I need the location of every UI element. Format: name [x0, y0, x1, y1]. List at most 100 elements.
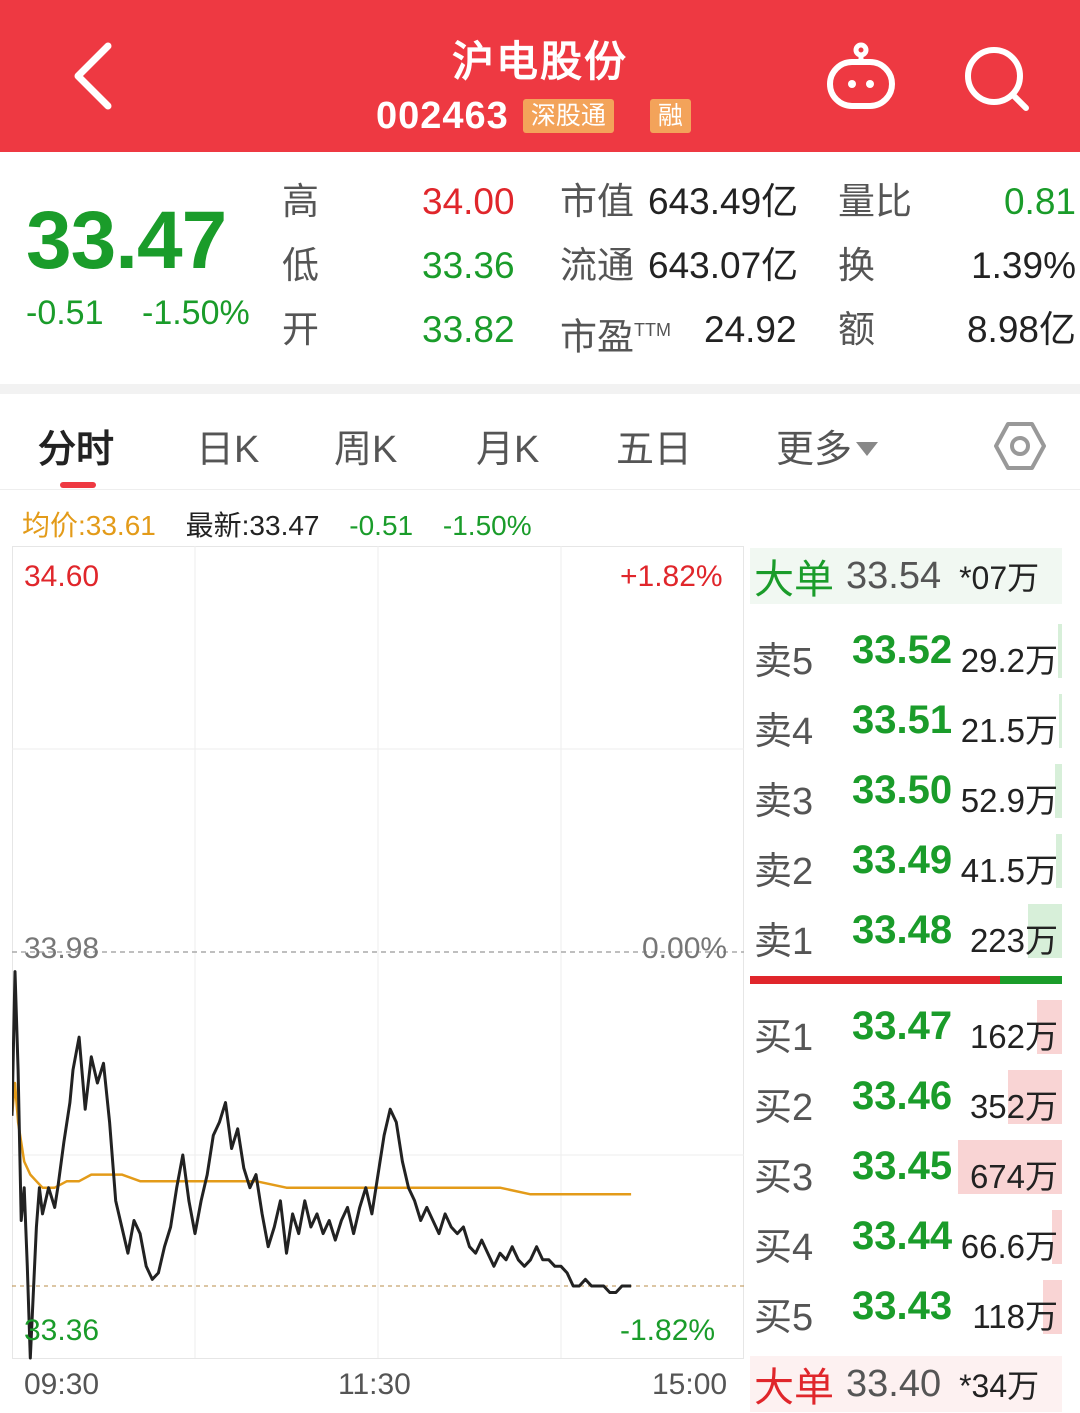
- latest-change: -0.51: [349, 510, 414, 541]
- tab-daily-k[interactable]: 日K: [196, 418, 259, 473]
- pe-value: 24.92: [704, 309, 797, 350]
- tab-weekly-k[interactable]: 周K: [334, 418, 397, 473]
- bid-level-row[interactable]: 买5 33.43 118万: [750, 1276, 1062, 1339]
- robot-assistant-icon[interactable]: [824, 42, 898, 112]
- low-value: 33.36: [422, 245, 515, 286]
- quote-panel: 33.47 -0.51 -1.50% 高 低 开 34.00 33.36 33.…: [0, 152, 1080, 384]
- avg-price: 均价:33.61: [22, 510, 156, 541]
- big-order-top[interactable]: 大单 33.54 *07万: [750, 548, 1062, 604]
- level-volume: 674万: [969, 1158, 1058, 1195]
- big-order-volume: *07万: [959, 560, 1040, 596]
- x-label-mid: 11:30: [338, 1368, 411, 1401]
- bid-ask-ratio-bar: [750, 976, 1062, 984]
- ask-level-row[interactable]: 卖4 33.51 21.5万: [750, 690, 1062, 753]
- level-price: 33.52: [852, 628, 953, 672]
- level-price: 33.49: [852, 838, 953, 882]
- level-price: 33.46: [852, 1074, 953, 1118]
- level-label: 卖4: [754, 711, 814, 753]
- level-label: 买5: [754, 1297, 814, 1339]
- level-price: 33.43: [852, 1284, 953, 1328]
- latest-price: 最新:33.47: [185, 510, 320, 541]
- level-price: 33.47: [852, 1004, 953, 1048]
- turnover-label: 换: [838, 245, 875, 286]
- high-value: 34.00: [422, 181, 515, 222]
- ask-level-row[interactable]: 卖2 33.49 41.5万: [750, 830, 1062, 893]
- big-order-price: 33.40: [846, 1362, 942, 1405]
- mcap-label: 市值: [560, 181, 634, 222]
- x-label-start: 09:30: [24, 1368, 100, 1401]
- level-volume: 66.6万: [960, 1228, 1058, 1265]
- settings-hexagon-icon[interactable]: [994, 420, 1046, 472]
- level-label: 卖1: [754, 921, 814, 963]
- ask-level-row[interactable]: 卖5 33.52 29.2万: [750, 620, 1062, 683]
- level-volume: 29.2万: [960, 642, 1058, 679]
- y-label-top: 34.60: [24, 560, 100, 593]
- level-label: 买3: [754, 1157, 814, 1199]
- intraday-chart[interactable]: [12, 546, 744, 1366]
- active-tab-indicator: [60, 482, 96, 488]
- level-label: 卖3: [754, 781, 814, 823]
- turnover-value: 1.39%: [971, 245, 1076, 286]
- y-label-bottom: 33.36: [24, 1314, 100, 1347]
- big-order-volume: *34万: [959, 1368, 1040, 1404]
- big-order-price: 33.54: [846, 554, 942, 597]
- x-label-end: 15:00: [652, 1368, 728, 1401]
- intraday-info: 均价:33.61 最新:33.47 -0.51 -1.50%: [22, 504, 554, 544]
- stock-subline: 002463 深股通 融: [376, 95, 691, 137]
- level-price: 33.45: [852, 1144, 953, 1188]
- open-label: 开: [282, 309, 319, 350]
- search-icon[interactable]: [962, 44, 1032, 114]
- pct-label-top: +1.82%: [620, 560, 723, 593]
- level-volume: 118万: [972, 1298, 1058, 1335]
- volume-ratio-value: 0.81: [1003, 181, 1076, 222]
- level-label: 买1: [754, 1017, 814, 1059]
- tab-intraday[interactable]: 分时: [38, 418, 114, 473]
- level-volume: 21.5万: [960, 712, 1058, 749]
- tab-five-day[interactable]: 五日: [616, 418, 692, 473]
- level-label: 买4: [754, 1227, 814, 1269]
- chart-series: [12, 970, 632, 1360]
- mcap-value: 643.49亿: [648, 181, 799, 222]
- level-price: 33.51: [852, 698, 953, 742]
- app-header: 沪电股份 002463 深股通 融: [0, 0, 1080, 152]
- big-order-label: 大单: [754, 558, 834, 602]
- low-label: 低: [282, 245, 319, 286]
- high-label: 高: [282, 181, 319, 222]
- bid-level-row[interactable]: 买1 33.47 162万: [750, 996, 1062, 1059]
- volume-ratio-label: 量比: [838, 181, 912, 222]
- tab-more[interactable]: 更多: [776, 418, 879, 473]
- amount-label: 额: [838, 309, 875, 350]
- level-price: 33.50: [852, 768, 953, 812]
- pct-label-bottom: -1.82%: [620, 1314, 716, 1347]
- chart-tabs: 分时 日K 周K 月K 五日 更多: [0, 394, 1080, 490]
- pe-ttm-sup: TTM: [634, 320, 671, 340]
- open-value: 33.82: [422, 309, 515, 350]
- avg-price-line: [12, 1081, 632, 1196]
- price-change-pct: -1.50%: [142, 294, 250, 332]
- pe-label: 市盈TTM: [560, 316, 671, 358]
- level-volume: 52.9万: [960, 782, 1058, 819]
- bid-level-row[interactable]: 买3 33.45 674万: [750, 1136, 1062, 1199]
- ask-level-row[interactable]: 卖1 33.48 223万: [750, 900, 1062, 963]
- latest-change-pct: -1.50%: [442, 510, 532, 541]
- level-volume: 41.5万: [960, 852, 1058, 889]
- y-label-mid: 33.98: [24, 932, 100, 965]
- section-divider: [0, 384, 1080, 394]
- level-price: 33.44: [852, 1214, 953, 1258]
- level-volume: 352万: [969, 1088, 1058, 1125]
- bid-ratio-segment: [750, 976, 1000, 984]
- bid-level-row[interactable]: 买4 33.44 66.6万: [750, 1206, 1062, 1269]
- ask-level-row[interactable]: 卖3 33.50 52.9万: [750, 760, 1062, 823]
- tab-monthly-k[interactable]: 月K: [476, 418, 539, 473]
- connect-badge: 深股通: [522, 99, 614, 133]
- float-value: 643.07亿: [648, 245, 799, 286]
- big-order-label: 大单: [754, 1366, 834, 1410]
- big-order-bottom[interactable]: 大单 33.40 *34万: [750, 1356, 1062, 1412]
- bid-level-row[interactable]: 买2 33.46 352万: [750, 1066, 1062, 1129]
- amount-value: 8.98亿: [966, 309, 1076, 350]
- level-label: 卖2: [754, 851, 814, 893]
- ask-ratio-segment: [999, 976, 1062, 984]
- stock-name: 沪电股份: [451, 38, 628, 85]
- level-label: 买2: [754, 1087, 814, 1129]
- level-price: 33.48: [852, 908, 953, 952]
